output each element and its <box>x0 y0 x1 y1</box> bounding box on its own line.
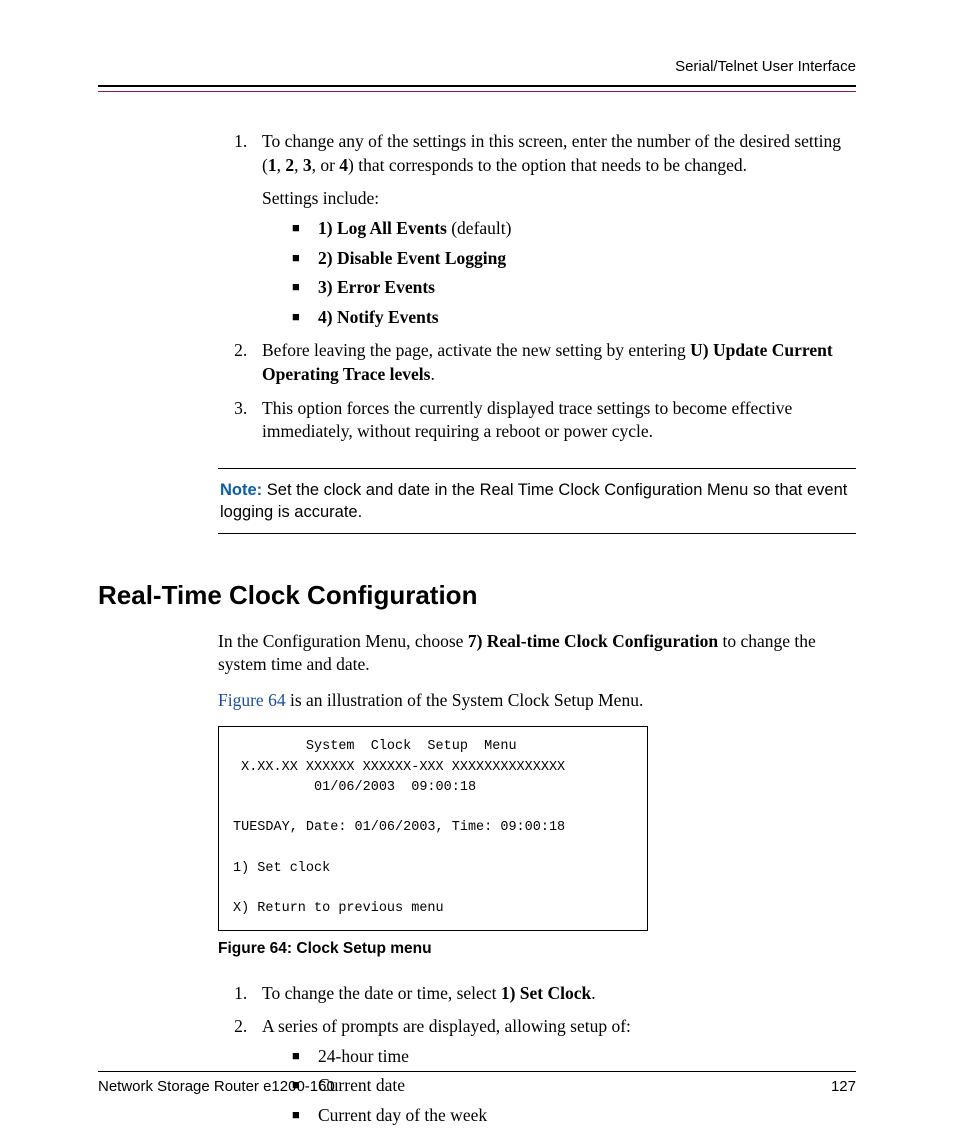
list-item: Before leaving the page, activate the ne… <box>256 339 856 386</box>
text-bold: 1) Log All Events <box>318 218 447 238</box>
text: Settings include: <box>262 187 856 211</box>
text: is an illustration of the System Clock S… <box>286 690 644 710</box>
body-content: To change any of the settings in this sc… <box>98 130 856 1128</box>
text: 24-hour time <box>318 1046 409 1066</box>
list-item: 3) Error Events <box>292 276 856 300</box>
text: Before leaving the page, activate the ne… <box>262 340 690 360</box>
list-item: This option forces the currently display… <box>256 397 856 444</box>
text: , or <box>312 155 340 175</box>
text-bold: 1) Set Clock <box>501 983 591 1003</box>
text: ) that corresponds to the option that ne… <box>348 155 747 175</box>
paragraph: In the Configuration Menu, choose 7) Rea… <box>218 630 856 677</box>
mono-line: 01/06/2003 09:00:18 <box>233 780 476 795</box>
page-number: 127 <box>831 1078 856 1095</box>
figure-caption: Figure 64: Clock Setup menu <box>218 939 856 960</box>
note-text: Set the clock and date in the Real Time … <box>220 481 847 521</box>
note-block: Note: Set the clock and date in the Real… <box>218 468 856 535</box>
text: To change the date or time, select <box>262 983 501 1003</box>
footer-rule <box>98 1071 856 1072</box>
mono-line: X) Return to previous menu <box>233 901 444 916</box>
text-bold: 2) Disable Event Logging <box>318 248 506 268</box>
note-label: Note: <box>220 481 262 499</box>
list-item: 2) Disable Event Logging <box>292 247 856 271</box>
bullet-list: 1) Log All Events (default) 2) Disable E… <box>262 217 856 330</box>
list-item: Current day of the week <box>292 1104 856 1128</box>
ordered-list-1: To change any of the settings in this sc… <box>226 130 856 444</box>
text: A series of prompts are displayed, allow… <box>262 1016 631 1036</box>
text: Current day of the week <box>318 1105 487 1125</box>
text: (default) <box>447 218 512 238</box>
list-item: 24-hour time <box>292 1045 856 1069</box>
figure-link[interactable]: Figure 64 <box>218 690 286 710</box>
list-item: To change the date or time, select 1) Se… <box>256 982 856 1006</box>
mono-line: X.XX.XX XXXXXX XXXXXX-XXX XXXXXXXXXXXXXX <box>233 760 565 775</box>
paragraph: Figure 64 is an illustration of the Syst… <box>218 689 856 713</box>
text-bold: 3) Error Events <box>318 277 435 297</box>
text: , <box>294 155 303 175</box>
list-item: 4) Notify Events <box>292 306 856 330</box>
header-rule <box>98 85 856 92</box>
list-item: 1) Log All Events (default) <box>292 217 856 241</box>
mono-line: TUESDAY, Date: 01/06/2003, Time: 09:00:1… <box>233 820 565 835</box>
text-bold: 3 <box>303 155 312 175</box>
page-footer: Network Storage Router e1200-160 127 <box>98 1071 856 1095</box>
figure-box: System Clock Setup Menu X.XX.XX XXXXXX X… <box>218 726 648 930</box>
header-title: Serial/Telnet User Interface <box>98 58 856 75</box>
text-bold: 7) Real-time Clock Configuration <box>468 631 718 651</box>
text: . <box>591 983 595 1003</box>
text-bold: 1 <box>268 155 277 175</box>
text: This option forces the currently display… <box>262 398 792 442</box>
mono-line: System Clock Setup Menu <box>233 739 517 754</box>
text: In the Configuration Menu, choose <box>218 631 468 651</box>
text: . <box>430 364 434 384</box>
page: Serial/Telnet User Interface To change a… <box>0 0 954 1145</box>
text-bold: 2 <box>285 155 294 175</box>
list-item: To change any of the settings in this sc… <box>256 130 856 329</box>
ordered-list-2: To change the date or time, select 1) Se… <box>226 982 856 1128</box>
footer-line: Network Storage Router e1200-160 127 <box>98 1078 856 1095</box>
text-bold: 4 <box>339 155 348 175</box>
footer-left: Network Storage Router e1200-160 <box>98 1078 335 1095</box>
section-heading: Real-Time Clock Configuration <box>98 578 856 613</box>
text-bold: 4) Notify Events <box>318 307 439 327</box>
page-header: Serial/Telnet User Interface <box>98 58 856 92</box>
mono-line: 1) Set clock <box>233 861 330 876</box>
